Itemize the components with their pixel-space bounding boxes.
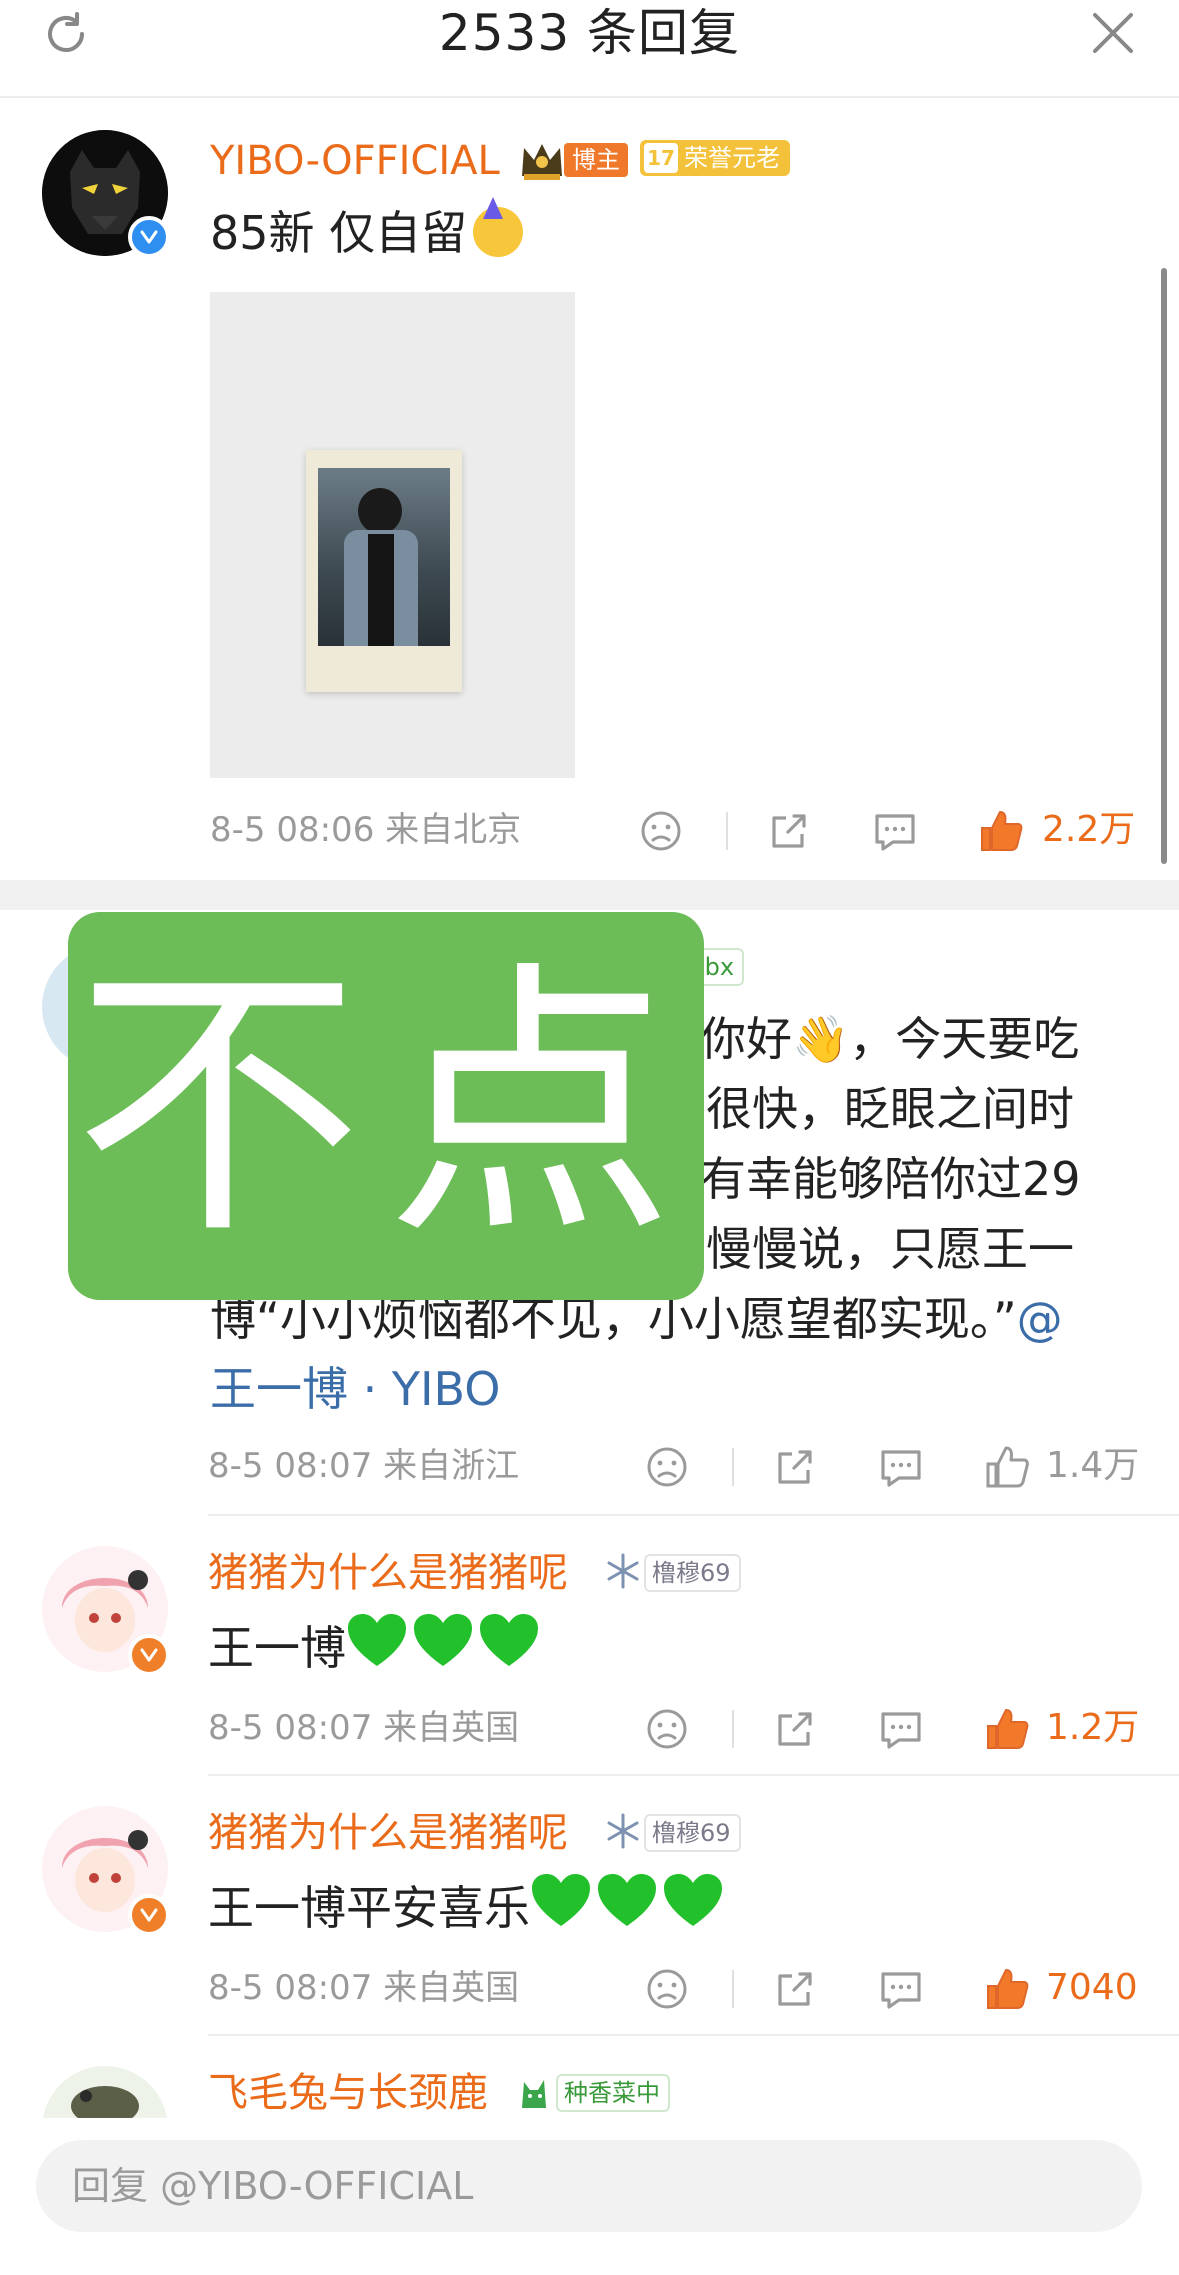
reply-placeholder: 回复 @YIBO-OFFICIAL [72, 2164, 474, 2208]
header-bar: 2533 条回复 [0, 0, 1179, 98]
watermark-overlay: 不点 [68, 912, 704, 1300]
like-icon [987, 1709, 1029, 1749]
user-tag: 橹穆69 [644, 1814, 741, 1852]
comment-text: 85新 仅自留 [210, 197, 524, 268]
comment-meta: 8-5 08:07 来自英国 [208, 1968, 520, 2008]
dislike-button[interactable] [642, 1442, 692, 1492]
snowflake-icon [604, 1552, 642, 1594]
mention-link-name[interactable]: 王一博 · YIBO [210, 1362, 501, 1416]
green-heart-icon [664, 1874, 722, 1926]
comment-icon [881, 1450, 921, 1487]
user-tag: 橹穆69 [644, 1554, 741, 1592]
reply-button[interactable] [870, 806, 920, 856]
username[interactable]: 飞毛兔与长颈鹿 [208, 2068, 488, 2118]
separator [732, 1970, 734, 2008]
like-button[interactable] [974, 804, 1028, 858]
reply-button[interactable] [876, 1964, 926, 2014]
dislike-icon [647, 1447, 687, 1487]
username[interactable]: 猪猪为什么是猪猪呢 [208, 1808, 568, 1858]
close-icon [1093, 13, 1133, 53]
username[interactable]: YIBO-OFFICIAL [210, 136, 500, 186]
share-button[interactable] [770, 1442, 820, 1492]
share-icon [778, 1712, 812, 1746]
section-gap [0, 880, 1179, 910]
comment-meta: 8-5 08:06 来自北京 [210, 810, 522, 850]
share-icon [778, 1972, 812, 2006]
honor-badge: 17 荣誉元老 [640, 140, 790, 176]
like-count: 2.2万 [1042, 809, 1136, 850]
reply-button[interactable] [876, 1442, 926, 1492]
like-button[interactable] [980, 1702, 1034, 1756]
comment-icon [875, 814, 915, 851]
dislike-icon [641, 811, 681, 851]
dislike-icon [647, 1969, 687, 2009]
comment-meta: 8-5 08:07 来自浙江 [208, 1446, 520, 1486]
comment-text: 王一博平安喜乐 [208, 1872, 728, 1943]
page-title: 2533 条回复 [438, 4, 741, 62]
reply-button[interactable] [876, 1704, 926, 1754]
close-button[interactable] [1082, 2, 1144, 64]
reply-input[interactable]: 回复 @YIBO-OFFICIAL [36, 2140, 1142, 2232]
like-count: 7040 [1046, 1967, 1138, 2008]
share-icon [772, 814, 806, 848]
dislike-button[interactable] [636, 806, 686, 856]
username[interactable]: 猪猪为什么是猪猪呢 [208, 1548, 568, 1598]
verified-icon [128, 1894, 170, 1936]
divider [208, 1514, 1179, 1516]
verified-icon [128, 1634, 170, 1676]
crown-icon [522, 144, 562, 180]
snowflake-icon [604, 1812, 642, 1854]
reply-bar: 回复 @YIBO-OFFICIAL [0, 2118, 1179, 2275]
mention-link[interactable]: @ [1017, 1292, 1063, 1346]
host-badge: 博主 [518, 138, 628, 182]
divider [208, 2034, 1179, 2036]
like-icon [986, 1446, 1029, 1488]
share-button[interactable] [764, 806, 814, 856]
divider [208, 1774, 1179, 1776]
comment-icon [881, 1972, 921, 2009]
comment-meta: 8-5 08:07 来自英国 [208, 1708, 520, 1748]
polaroid-frame [306, 450, 462, 692]
watermark-text: 不点 [74, 938, 698, 1273]
dislike-icon [647, 1709, 687, 1749]
dislike-button[interactable] [642, 1704, 692, 1754]
user-tag: 种香菜中 [556, 2074, 670, 2112]
green-heart-icon [480, 1614, 538, 1666]
separator [732, 1710, 734, 1748]
verified-icon [128, 216, 170, 258]
like-icon [981, 811, 1023, 851]
like-count: 1.4万 [1046, 1445, 1140, 1486]
honor-tag: 荣誉元老 [684, 144, 780, 172]
like-icon [987, 1969, 1029, 2009]
green-heart-icon [532, 1874, 590, 1926]
comment-image[interactable] [210, 292, 575, 778]
comment-text: 王一博 [208, 1612, 544, 1683]
separator [726, 812, 728, 850]
separator [732, 1448, 734, 1486]
scrollbar[interactable] [1161, 268, 1167, 864]
dislike-button[interactable] [642, 1964, 692, 2014]
green-heart-icon [348, 1614, 406, 1666]
green-heart-icon [414, 1614, 472, 1666]
host-tag: 博主 [564, 143, 628, 177]
share-button[interactable] [770, 1964, 820, 2014]
like-button[interactable] [980, 1962, 1034, 2016]
cat-icon [516, 2072, 554, 2116]
honor-level-icon: 17 [644, 143, 678, 173]
share-button[interactable] [770, 1704, 820, 1754]
share-icon [778, 1450, 812, 1484]
green-heart-icon [598, 1874, 656, 1926]
party-face-icon [473, 197, 524, 257]
like-count: 1.2万 [1046, 1707, 1140, 1748]
comment-icon [881, 1712, 921, 1749]
polaroid-photo [318, 468, 450, 646]
like-button[interactable] [980, 1440, 1034, 1494]
